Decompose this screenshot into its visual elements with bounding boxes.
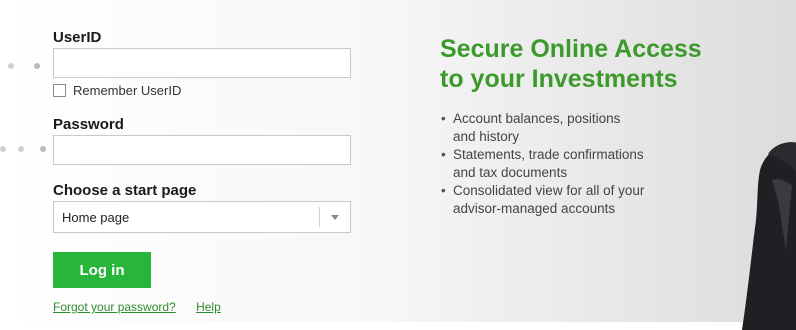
forgot-password-link[interactable]: Forgot your password?: [53, 300, 176, 314]
userid-dots: [8, 63, 48, 71]
promo-headline-line2: to your Investments: [440, 65, 678, 93]
password-label: Password: [53, 116, 124, 133]
userid-input[interactable]: [53, 48, 351, 78]
start-page-selected-value: Home page: [62, 209, 130, 225]
login-button[interactable]: Log in: [53, 252, 151, 288]
promo-headline-line1: Secure Online Access: [440, 35, 702, 63]
help-link[interactable]: Help: [196, 300, 221, 314]
advisor-photo: [742, 142, 796, 330]
chevron-down-icon[interactable]: [320, 214, 350, 220]
dot-marker: [34, 63, 40, 69]
promo-headline: Secure Online Access to your Investments: [440, 34, 770, 94]
password-dots: [0, 146, 52, 154]
dot-marker: [18, 146, 24, 152]
bullet-item: Account balances, positionsand history: [441, 110, 733, 146]
remember-userid-label: Remember UserID: [73, 83, 182, 98]
remember-userid-row[interactable]: Remember UserID: [53, 83, 181, 98]
help-links: Forgot your password? Help: [53, 300, 221, 314]
dot-marker: [0, 146, 6, 152]
bullet-item: Statements, trade confirmationsand tax d…: [441, 146, 733, 182]
remember-userid-checkbox[interactable]: [53, 84, 66, 97]
start-page-label: Choose a start page: [53, 182, 197, 199]
userid-label: UserID: [53, 29, 102, 46]
start-page-select[interactable]: Home page: [53, 201, 351, 233]
dot-marker: [8, 63, 14, 69]
promo-bullet-list: Account balances, positionsand history S…: [441, 110, 733, 218]
dot-marker: [40, 146, 46, 152]
bullet-item: Consolidated view for all of youradvisor…: [441, 182, 733, 218]
password-input[interactable]: [53, 135, 351, 165]
